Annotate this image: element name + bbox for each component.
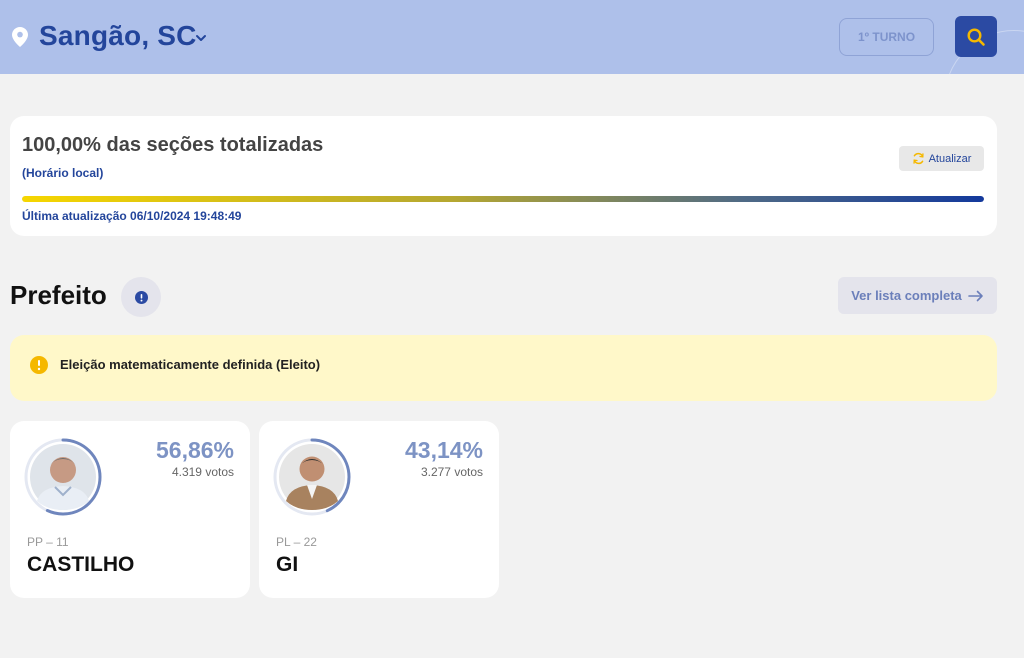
chevron-down-icon[interactable] (194, 31, 208, 45)
round-button[interactable]: 1º TURNO (839, 18, 934, 56)
progress-fill (22, 196, 984, 202)
refresh-icon (912, 152, 924, 165)
totalization-progress-bar (22, 196, 984, 202)
office-title: Prefeito (10, 280, 107, 310)
location-selector[interactable]: Sangão, SC (39, 20, 197, 52)
candidate-party: PP – 11 (27, 535, 69, 549)
vote-share-ring (273, 438, 351, 516)
candidate-name: CASTILHO (27, 553, 135, 576)
arrow-right-icon (967, 290, 983, 301)
candidate-votes: 4.319 votos (171, 465, 234, 479)
totalization-card: 100,00% das seções totalizadas (Horário … (10, 116, 997, 236)
candidate-card[interactable]: 56,86% 4.319 votos PP – 11 CASTILHO (10, 421, 250, 598)
election-status-text: Eleição matematicamente definida (Eleito… (60, 357, 321, 372)
election-status-alert: Eleição matematicamente definida (Eleito… (10, 335, 997, 401)
candidate-card[interactable]: 43,14% 3.277 votos PL – 22 GI (259, 421, 499, 598)
avatar (272, 437, 352, 517)
candidate-percent: 56,86% (155, 437, 234, 463)
search-button[interactable] (955, 16, 997, 57)
alert-info-icon (30, 356, 48, 374)
office-info-button[interactable] (121, 277, 161, 317)
candidate-percent: 43,14% (404, 437, 483, 463)
candidate-name: GI (276, 553, 299, 576)
top-header: Sangão, SC 1º TURNO (0, 0, 1024, 74)
view-full-list-label: Ver lista completa (851, 288, 962, 303)
sections-totalized-title: 100,00% das seções totalizadas (22, 134, 324, 156)
refresh-button[interactable]: Atualizar (899, 146, 984, 171)
last-update-timestamp: Última atualização 06/10/2024 19:48:49 (22, 209, 242, 223)
vote-share-ring (24, 438, 102, 516)
local-time-note: (Horário local) (22, 166, 104, 180)
candidate-party: PL – 22 (276, 535, 317, 549)
info-icon (134, 290, 148, 304)
candidate-votes: 3.277 votos (420, 465, 483, 479)
avatar (23, 437, 103, 517)
view-full-list-button[interactable]: Ver lista completa (838, 277, 997, 314)
location-pin-icon (12, 27, 28, 47)
search-icon (967, 27, 985, 46)
refresh-button-label: Atualizar (928, 152, 972, 165)
